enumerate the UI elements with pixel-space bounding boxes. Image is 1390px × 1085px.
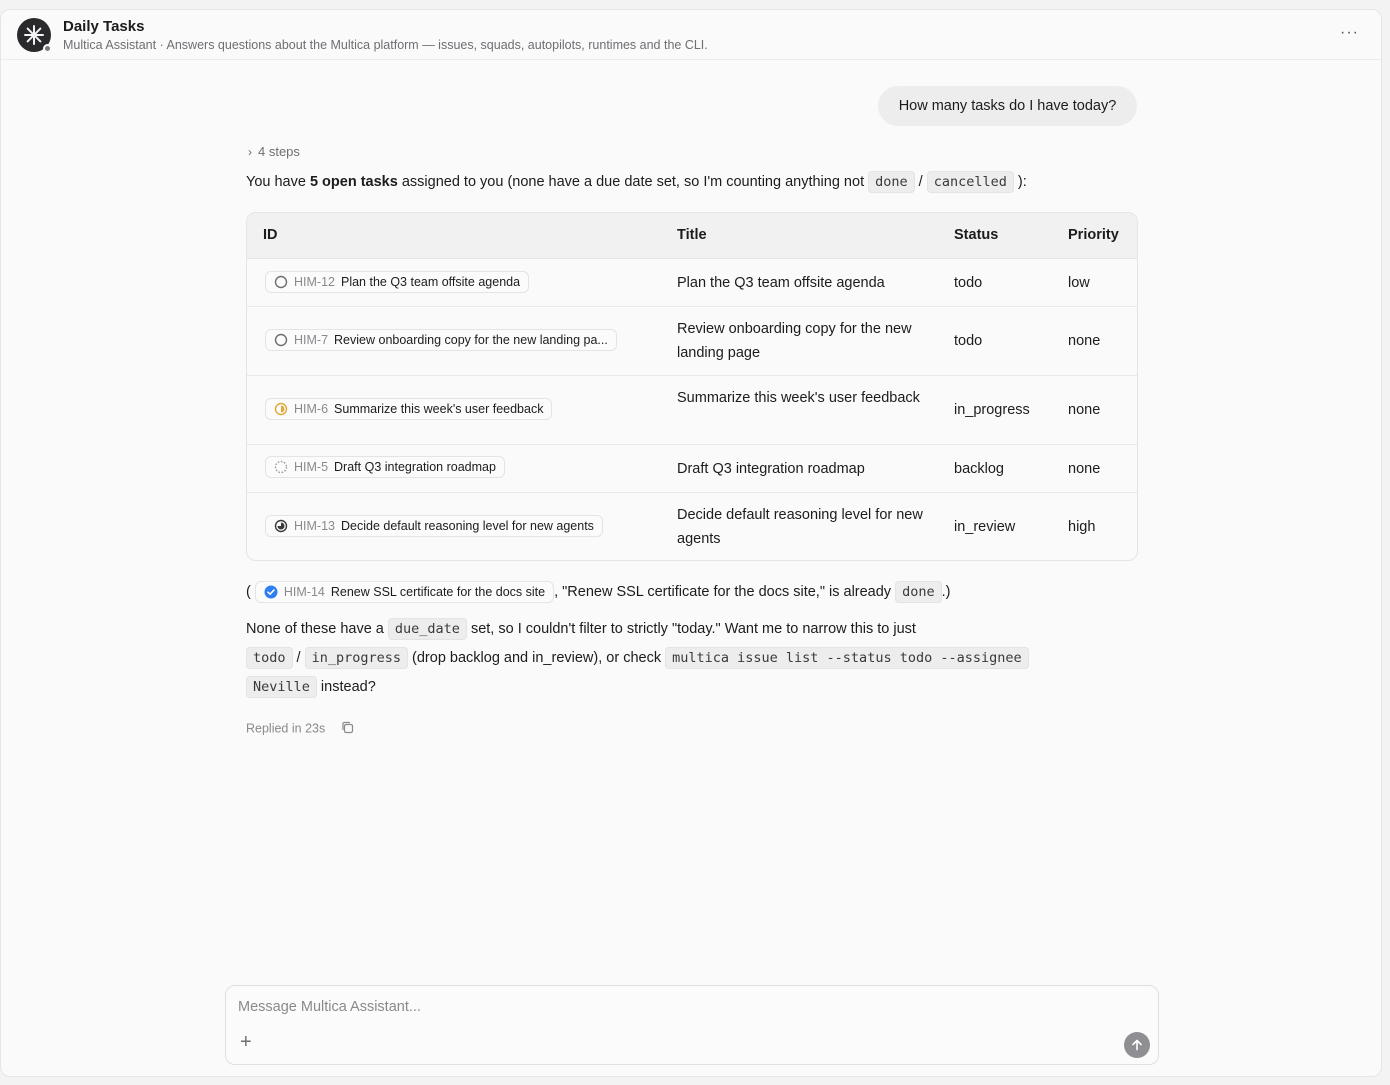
note-text: ( [246, 584, 251, 600]
arrow-up-icon [1132, 1039, 1142, 1051]
cell-priority: none [1068, 461, 1101, 477]
cell-title: Plan the Q3 team offsite agenda [677, 275, 885, 291]
chat-header: Daily Tasks Multica Assistant · Answers … [1, 10, 1381, 60]
cell-status: todo [954, 333, 983, 349]
table-row: HIM-5 Draft Q3 integration roadmap Draft… [247, 445, 1137, 493]
cell-priority: high [1068, 519, 1096, 535]
issue-chip[interactable]: HIM-6 Summarize this week's user feedbac… [265, 398, 553, 420]
intro-text: / [914, 174, 927, 190]
cell-title: Draft Q3 integration roadmap [677, 461, 865, 477]
issue-id: HIM-5 [294, 460, 329, 474]
issue-chip-title: Review onboarding copy for the new landi… [334, 333, 608, 347]
followup-line: Neville instead? [246, 673, 1029, 702]
inline-code: todo [246, 647, 293, 669]
intro-text: You have [246, 174, 310, 190]
steps-toggle[interactable]: › 4 steps [248, 144, 300, 159]
issue-chip[interactable]: HIM-14 Renew SSL certificate for the doc… [254, 581, 555, 604]
chat-window: Daily Tasks Multica Assistant · Answers … [0, 9, 1382, 1077]
issue-chip-title: Renew SSL certificate for the docs site [330, 585, 546, 600]
column-header-id: ID [263, 227, 278, 243]
table-row: HIM-6 Summarize this week's user feedbac… [247, 376, 1137, 445]
cell-title: Decide default reasoning level for new a… [677, 507, 923, 547]
inline-code: done [868, 171, 915, 193]
followup-paragraph: None of these have a due_date set, so I … [246, 615, 1029, 702]
copy-icon[interactable] [341, 721, 354, 737]
reply-meta: Replied in 23s [246, 721, 354, 737]
chat-subtitle: Multica Assistant · Answers questions ab… [63, 38, 708, 52]
table-row: HIM-13 Decide default reasoning level fo… [247, 493, 1137, 560]
issue-id: HIM-12 [294, 275, 335, 289]
issue-chip[interactable]: HIM-13 Decide default reasoning level fo… [265, 515, 603, 537]
issue-chip[interactable]: HIM-12 Plan the Q3 team offsite agenda [265, 271, 530, 293]
asterisk-logo-icon [24, 25, 44, 45]
cell-status: todo [954, 275, 983, 291]
issue-chip-title: Decide default reasoning level for new a… [340, 519, 594, 533]
status-backlog-icon [274, 460, 288, 474]
tasks-table: ID Title Status Priority HIM-12 Plan the… [246, 212, 1138, 561]
followup-text: / [292, 650, 305, 666]
inline-code: Neville [246, 676, 317, 698]
steps-label: 4 steps [258, 144, 300, 159]
issue-id: HIM-13 [294, 519, 335, 533]
intro-bold: 5 open tasks [309, 174, 398, 190]
inline-code: cancelled [926, 171, 1014, 193]
chevron-right-icon: › [248, 145, 252, 159]
inline-code: in_progress [304, 647, 409, 669]
followup-text: instead? [316, 679, 376, 695]
cell-status: in_progress [954, 402, 1030, 418]
cell-status: backlog [954, 461, 1004, 477]
followup-text: None of these have a [246, 621, 388, 637]
column-header-status: Status [954, 227, 999, 243]
followup-line: None of these have a due_date set, so I … [246, 615, 1029, 644]
column-header-title: Title [677, 227, 707, 243]
intro-text: ): [1013, 174, 1027, 190]
message-input[interactable] [238, 996, 1118, 1018]
note-text: .) [941, 584, 951, 600]
status-todo-icon [274, 333, 288, 347]
intro-paragraph: You have 5 open tasks assigned to you (n… [246, 170, 1027, 194]
user-message-bubble: How many tasks do I have today? [878, 86, 1137, 126]
reply-time: Replied in 23s [246, 721, 326, 736]
cell-status: in_review [954, 519, 1016, 535]
inline-code: due_date [387, 618, 467, 640]
issue-chip-title: Draft Q3 integration roadmap [334, 460, 496, 474]
issue-id: HIM-14 [283, 585, 325, 600]
issue-id: HIM-7 [294, 333, 329, 347]
cell-priority: none [1068, 402, 1101, 418]
issue-chip-title: Plan the Q3 team offsite agenda [340, 275, 521, 289]
inline-code: multica issue list --status todo --assig… [665, 647, 1029, 669]
cell-priority: none [1068, 333, 1101, 349]
status-in-progress-icon [274, 402, 288, 416]
followup-text: set, so I couldn't filter to strictly "t… [466, 621, 916, 637]
followup-line: todo / in_progress (drop backlog and in_… [246, 644, 1029, 673]
issue-chip[interactable]: HIM-5 Draft Q3 integration roadmap [265, 456, 505, 478]
note-text: , "Renew SSL certificate for the docs si… [554, 584, 896, 600]
intro-text: assigned to you (none have a due date se… [397, 174, 869, 190]
followup-text: (drop backlog and in_review), or check [408, 650, 666, 666]
inline-code: done [895, 581, 942, 603]
issue-chip-title: Summarize this week's user feedback [334, 402, 544, 416]
issue-id: HIM-6 [294, 402, 329, 416]
send-button[interactable] [1124, 1032, 1150, 1058]
status-done-icon [264, 585, 278, 599]
table-header: ID Title Status Priority [247, 213, 1137, 259]
chat-title: Daily Tasks [63, 18, 145, 35]
issue-chip[interactable]: HIM-7 Review onboarding copy for the new… [265, 329, 617, 351]
cell-title: Summarize this week's user feedback [677, 390, 920, 406]
status-todo-icon [274, 275, 288, 289]
attach-plus-icon[interactable]: + [240, 1032, 252, 1052]
status-in-review-icon [274, 519, 288, 533]
column-header-priority: Priority [1068, 227, 1119, 243]
online-status-dot [43, 44, 52, 53]
table-row: HIM-12 Plan the Q3 team offsite agenda P… [247, 259, 1137, 307]
table-row: HIM-7 Review onboarding copy for the new… [247, 307, 1137, 376]
message-composer: + [225, 985, 1159, 1065]
cell-title: Review onboarding copy for the new landi… [677, 321, 912, 361]
more-options-button[interactable]: ··· [1340, 24, 1359, 42]
cell-priority: low [1068, 275, 1090, 291]
done-note: ( HIM-14 Renew SSL certificate for the d… [246, 580, 950, 604]
